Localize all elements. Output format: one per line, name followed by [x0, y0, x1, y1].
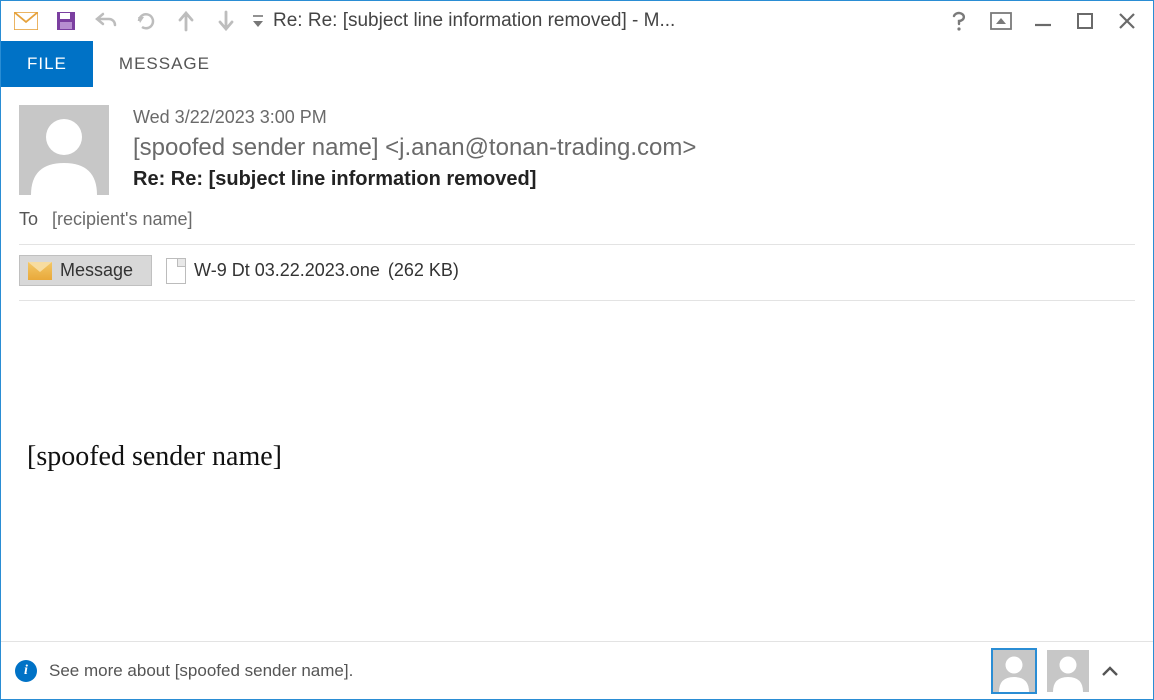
chevron-up-icon[interactable]: [1101, 665, 1135, 677]
maximize-icon[interactable]: [1065, 4, 1105, 38]
tab-file[interactable]: FILE: [1, 41, 93, 87]
mail-icon[interactable]: [7, 4, 45, 38]
popout-icon[interactable]: [981, 4, 1021, 38]
attachment-name: W-9 Dt 03.22.2023.one: [194, 260, 380, 281]
refresh-icon[interactable]: [127, 4, 165, 38]
quick-access-toolbar: [7, 4, 269, 38]
header-lines: Wed 3/22/2023 3:00 PM [spoofed sender na…: [133, 105, 1135, 195]
help-icon[interactable]: [939, 4, 979, 38]
attachment-item[interactable]: W-9 Dt 03.22.2023.one (262 KB): [166, 258, 459, 284]
message-date: Wed 3/22/2023 3:00 PM: [133, 107, 1135, 128]
ribbon-tabs: FILE MESSAGE: [1, 41, 1153, 87]
customize-qat-icon[interactable]: [247, 4, 269, 38]
arrow-up-icon[interactable]: [167, 4, 205, 38]
envelope-icon: [28, 262, 52, 280]
contact-avatar-selected[interactable]: [993, 650, 1035, 692]
to-row: To [recipient's name]: [1, 205, 1153, 244]
file-icon: [166, 258, 186, 284]
tab-message[interactable]: MESSAGE: [93, 41, 236, 87]
to-label: To: [19, 209, 38, 230]
message-tab-label: Message: [60, 260, 133, 281]
message-body-tab[interactable]: Message: [19, 255, 152, 286]
message-body: [spoofed sender name]: [1, 301, 1153, 641]
footer-text: See more about [spoofed sender name].: [49, 661, 981, 681]
title-bar: Re: Re: [subject line information remove…: [1, 1, 1153, 41]
message-from: [spoofed sender name] <j.anan@tonan-trad…: [133, 134, 1135, 162]
minimize-icon[interactable]: [1023, 4, 1063, 38]
sender-avatar: [19, 105, 109, 195]
info-icon[interactable]: i: [15, 660, 37, 682]
close-icon[interactable]: [1107, 4, 1147, 38]
attachment-size: (262 KB): [388, 260, 459, 281]
arrow-down-icon[interactable]: [207, 4, 245, 38]
message-window: Re: Re: [subject line information remove…: [0, 0, 1154, 700]
message-subject: Re: Re: [subject line information remove…: [133, 168, 1135, 191]
undo-icon[interactable]: [87, 4, 125, 38]
to-value: [recipient's name]: [52, 209, 193, 230]
window-controls: [939, 4, 1147, 38]
save-icon[interactable]: [47, 4, 85, 38]
people-pane-footer: i See more about [spoofed sender name].: [1, 641, 1153, 699]
attachment-row: Message W-9 Dt 03.22.2023.one (262 KB): [1, 245, 1153, 300]
body-signature: [spoofed sender name]: [27, 441, 1127, 483]
message-header: Wed 3/22/2023 3:00 PM [spoofed sender na…: [1, 87, 1153, 205]
window-title: Re: Re: [subject line information remove…: [269, 10, 939, 32]
contact-avatar[interactable]: [1047, 650, 1089, 692]
